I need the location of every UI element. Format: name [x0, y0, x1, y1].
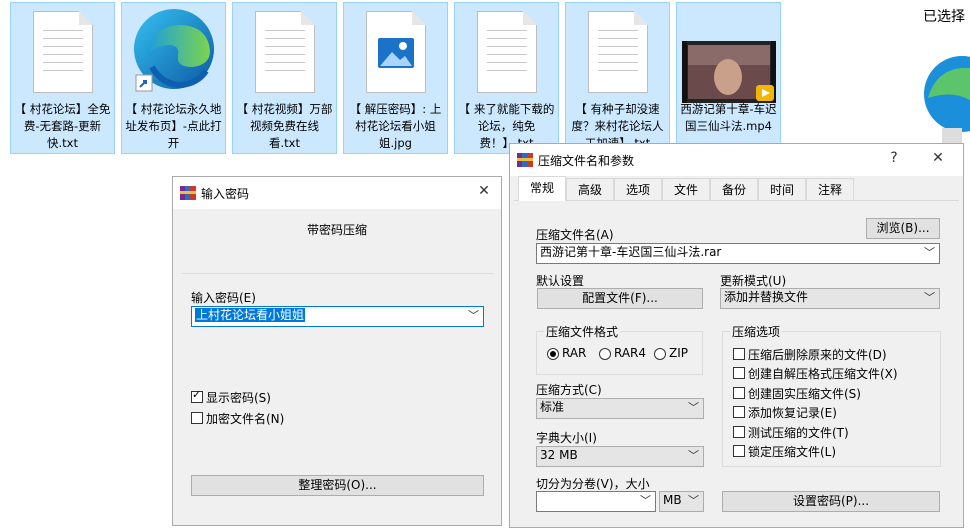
chevron-down-icon[interactable]: ﹀: [688, 447, 699, 464]
chevron-down-icon[interactable]: ﹀: [924, 244, 935, 261]
password-dialog-heading: 带密码压缩: [307, 223, 368, 237]
option-lock-label: 锁定压缩文件(L): [748, 445, 837, 459]
close-icon[interactable]: ✕: [927, 150, 949, 166]
tab-general[interactable]: 常规: [518, 176, 566, 201]
text-file-icon: [586, 11, 650, 95]
archive-dialog-title: 压缩文件名和参数: [538, 154, 635, 168]
format-zip-radio[interactable]: [654, 348, 666, 360]
split-label: 切分为分卷(V)，大小: [536, 477, 650, 491]
file-name: 【 村花论坛永久地址发布页】-点此打开: [125, 102, 222, 150]
file-tile[interactable]: 【 解压密码】: 上村花论坛看小姐姐.jpg: [343, 2, 448, 154]
option-recovery-checkbox[interactable]: [733, 406, 745, 418]
edge-preview-icon: [922, 50, 970, 146]
password-dialog: 输入密码 ✕ 带密码压缩 输入密码(E) 上村花论坛看小姐姐 ﹀ 显示密码(S)…: [172, 176, 502, 526]
close-icon[interactable]: ✕: [473, 183, 495, 199]
file-tile[interactable]: 【 村花视频】万部视频免费在线看.txt: [232, 2, 337, 154]
option-sfx-checkbox[interactable]: [733, 367, 745, 379]
method-select[interactable]: 标准 ﹀: [536, 398, 704, 419]
options-group-title: 压缩选项: [730, 323, 783, 340]
option-delete-label: 压缩后删除原来的文件(D): [748, 348, 887, 362]
file-tile[interactable]: 【 村花论坛】全免费-无套路-更新快.txt: [10, 2, 115, 154]
split-size-input[interactable]: ﹀: [536, 491, 656, 512]
split-unit-value: MB: [663, 493, 682, 507]
option-sfx-label: 创建自解压格式压缩文件(X): [748, 367, 898, 381]
tab-options[interactable]: 选项: [614, 178, 662, 200]
encrypt-names-label: 加密文件名(N): [206, 412, 285, 426]
winrar-icon: [517, 153, 533, 167]
chevron-down-icon[interactable]: ﹀: [924, 289, 935, 306]
format-rar-radio[interactable]: [547, 348, 559, 360]
tab-time[interactable]: 时间: [758, 178, 806, 200]
option-recovery-label: 添加恢复记录(E): [748, 406, 837, 420]
chevron-down-icon[interactable]: ﹀: [640, 492, 651, 509]
video-thumbnail-icon: [681, 41, 776, 103]
profiles-button[interactable]: 配置文件(F)...: [537, 288, 703, 309]
chevron-down-icon[interactable]: ﹀: [468, 307, 479, 324]
winrar-icon: [180, 186, 196, 200]
update-mode-label: 更新模式(U): [720, 274, 787, 288]
image-file-icon: [364, 11, 428, 95]
dict-label: 字典大小(I): [536, 431, 597, 445]
browse-button[interactable]: 浏览(B)...: [866, 218, 940, 239]
format-rar4-label: RAR4: [614, 346, 647, 360]
split-unit-select[interactable]: MB ﹀: [659, 491, 704, 512]
option-test-checkbox[interactable]: [733, 426, 745, 438]
password-input[interactable]: 上村花论坛看小姐姐 ﹀: [191, 306, 484, 327]
file-tile[interactable]: 西游记第十章-车迟国三仙斗法.mp4: [676, 2, 781, 154]
format-rar-label: RAR: [562, 346, 587, 360]
tab-advanced[interactable]: 高级: [566, 178, 614, 200]
update-mode-select[interactable]: 添加并替换文件 ﹀: [720, 288, 940, 309]
text-file-icon: [253, 11, 317, 95]
password-dialog-titlebar: 输入密码 ✕: [173, 177, 501, 209]
password-value: 上村花论坛看小姐姐: [195, 308, 306, 322]
encrypt-names-checkbox[interactable]: [191, 412, 203, 424]
option-solid-checkbox[interactable]: [733, 387, 745, 399]
tab-bar: 常规 高级 选项 文件 备份 时间 注释: [514, 176, 959, 201]
dict-value: 32 MB: [540, 448, 578, 462]
tab-files[interactable]: 文件: [662, 178, 710, 200]
option-solid-label: 创建固实压缩文件(S): [748, 387, 861, 401]
file-name: 【 解压密码】: 上村花论坛看小姐姐.jpg: [349, 102, 442, 150]
method-label: 压缩方式(C): [536, 383, 602, 397]
update-mode-value: 添加并替换文件: [724, 290, 809, 304]
help-icon[interactable]: ?: [883, 150, 905, 166]
selected-panel-title: 已选择: [923, 9, 965, 25]
chevron-down-icon[interactable]: ﹀: [688, 492, 699, 509]
method-value: 标准: [540, 400, 565, 414]
text-file-icon: [31, 11, 95, 95]
archive-dialog-titlebar: 压缩文件名和参数 ? ✕: [510, 144, 963, 176]
set-password-button[interactable]: 设置密码(P)...: [722, 491, 940, 512]
text-file-icon: [475, 11, 539, 95]
password-label: 输入密码(E): [191, 291, 256, 305]
option-test-label: 测试压缩的文件(T): [748, 426, 849, 440]
organize-passwords-button[interactable]: 整理密码(O)...: [191, 475, 484, 496]
archive-name-label: 压缩文件名(A): [536, 228, 614, 242]
format-zip-label: ZIP: [669, 346, 688, 360]
default-settings-label: 默认设置: [536, 274, 585, 288]
format-group: 压缩文件格式 RAR RAR4 ZIP: [536, 323, 703, 375]
password-dialog-title: 输入密码: [201, 187, 250, 201]
chevron-down-icon[interactable]: ﹀: [688, 399, 699, 416]
file-tile[interactable]: 【 有种子却没速度？来村花论坛人工加速】.txt: [565, 2, 670, 154]
show-password-label: 显示密码(S): [206, 391, 271, 405]
file-name: 【 村花视频】万部视频免费在线看.txt: [236, 102, 333, 150]
format-rar4-radio[interactable]: [599, 348, 611, 360]
format-group-title: 压缩文件格式: [544, 323, 621, 340]
archive-name-value: 西游记第十章-车迟国三仙斗法.rar: [540, 245, 722, 259]
show-password-checkbox[interactable]: [191, 388, 203, 403]
options-group: 压缩选项 压缩后删除原来的文件(D) 创建自解压格式压缩文件(X) 创建固实压缩…: [722, 323, 941, 467]
option-lock-checkbox[interactable]: [733, 445, 745, 457]
file-tile[interactable]: 【 来了就能下载的论坛，纯免费！】.txt: [454, 2, 559, 154]
archive-dialog: 压缩文件名和参数 ? ✕ 常规 高级 选项 文件 备份 时间 注释 压缩文件名(…: [509, 143, 964, 528]
edge-shortcut-icon: [132, 5, 216, 93]
tab-backup[interactable]: 备份: [710, 178, 758, 200]
file-tile[interactable]: 【 村花论坛永久地址发布页】-点此打开: [121, 2, 226, 154]
tab-comment[interactable]: 注释: [806, 178, 854, 200]
dict-select[interactable]: 32 MB ﹀: [536, 446, 704, 467]
file-name: 【 村花论坛】全免费-无套路-更新快.txt: [14, 102, 111, 150]
general-tab-page: 压缩文件名(A) 浏览(B)... 西游记第十章-车迟国三仙斗法.rar ﹀ 默…: [514, 200, 959, 527]
archive-name-input[interactable]: 西游记第十章-车迟国三仙斗法.rar ﹀: [536, 243, 940, 264]
option-delete-checkbox[interactable]: [733, 348, 745, 360]
